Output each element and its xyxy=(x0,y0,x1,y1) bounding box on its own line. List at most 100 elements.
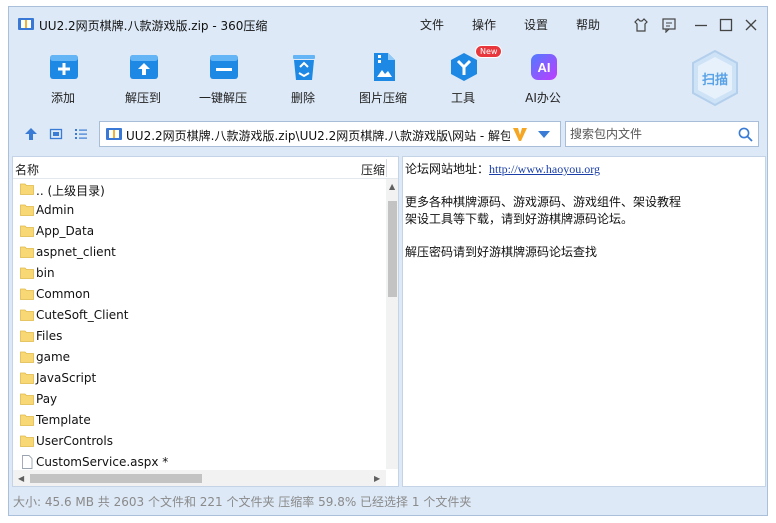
chevron-down-icon[interactable] xyxy=(538,131,550,139)
list-item[interactable]: CuteSoft_Client xyxy=(13,305,385,326)
list-item[interactable]: bin xyxy=(13,263,385,284)
menu-file[interactable]: 文件 xyxy=(420,16,444,33)
file-list: .. (上级目录) Admin App_Data aspnet_client bin Co… xyxy=(13,179,385,473)
extract-to-icon xyxy=(130,55,158,79)
thumbnail-view-icon[interactable] xyxy=(49,127,63,141)
folder-icon xyxy=(20,246,34,258)
folder-icon xyxy=(20,309,34,321)
address-bar: UU2.2网页棋牌.八款游戏版.zip\UU2.2网页棋牌.八款游戏版\网站 -… xyxy=(9,119,767,149)
file-name: Pay xyxy=(36,392,58,406)
folder-icon xyxy=(20,393,34,405)
extract-to-button[interactable]: 解压到 xyxy=(103,41,183,111)
app-window: UU2.2网页棋牌.八款游戏版.zip - 360压缩 文件 操作 设置 帮助 xyxy=(8,6,768,516)
scan-label: 扫描 xyxy=(701,73,728,88)
up-arrow-icon[interactable] xyxy=(24,127,38,141)
menu-help[interactable]: 帮助 xyxy=(576,16,600,33)
scroll-up-arrow[interactable]: ▲ xyxy=(389,182,395,191)
horizontal-scrollbar[interactable]: ◀ ▶ xyxy=(13,470,386,486)
menu-operation[interactable]: 操作 xyxy=(472,16,496,33)
new-badge: New xyxy=(475,45,503,58)
forum-label: 论坛网站地址： xyxy=(405,162,490,176)
folder-icon xyxy=(20,351,34,363)
image-compress-button[interactable]: 图片压缩 xyxy=(343,41,423,111)
forum-link[interactable]: http://www.haoyou.org xyxy=(489,162,600,176)
extract-to-label: 解压到 xyxy=(124,91,161,105)
one-click-extract-icon xyxy=(210,55,238,79)
list-item[interactable]: UserControls xyxy=(13,431,385,452)
list-view-icon[interactable] xyxy=(74,127,88,141)
list-item[interactable]: .. (上级目录) xyxy=(13,179,385,200)
archive-app-icon xyxy=(18,18,34,30)
close-icon[interactable] xyxy=(743,17,759,33)
file-name: Files xyxy=(36,329,63,343)
column-size[interactable]: 压缩前 xyxy=(361,161,385,178)
list-item[interactable]: Pay xyxy=(13,389,385,410)
image-compress-label: 图片压缩 xyxy=(358,91,407,105)
file-name: Template xyxy=(36,413,91,427)
ai-office-icon: AI xyxy=(531,54,557,80)
vip-check-icon xyxy=(513,128,527,141)
column-divider[interactable] xyxy=(386,159,387,177)
list-item[interactable]: Files xyxy=(13,326,385,347)
file-name: .. (上级目录) xyxy=(36,184,105,198)
list-item[interactable]: aspnet_client xyxy=(13,242,385,263)
column-name[interactable]: 名称 xyxy=(15,161,39,178)
file-name: CuteSoft_Client xyxy=(36,308,129,322)
tools-icon xyxy=(451,53,477,81)
horizontal-scroll-thumb[interactable] xyxy=(30,474,202,483)
archive-small-icon xyxy=(106,128,122,140)
add-button[interactable]: 添加 xyxy=(23,41,103,111)
one-click-extract-button[interactable]: 一键解压 xyxy=(183,41,263,111)
column-header: 名称 压缩前 xyxy=(13,157,398,179)
maximize-icon[interactable] xyxy=(718,17,734,33)
file-name: Common xyxy=(36,287,91,301)
folder-icon xyxy=(20,414,34,426)
vertical-scrollbar[interactable]: ▲ xyxy=(386,179,398,469)
delete-label: 删除 xyxy=(290,91,315,105)
add-label: 添加 xyxy=(50,91,75,105)
path-field[interactable]: UU2.2网页棋牌.八款游戏版.zip\UU2.2网页棋牌.八款游戏版\网站 -… xyxy=(99,121,561,147)
list-item[interactable]: game xyxy=(13,347,385,368)
ai-office-label: AI办公 xyxy=(525,91,561,105)
vertical-scroll-thumb[interactable] xyxy=(388,201,397,297)
file-name: UserControls xyxy=(36,434,113,448)
folder-icon xyxy=(20,330,34,342)
window-title: UU2.2网页棋牌.八款游戏版.zip - 360压缩 xyxy=(39,19,268,33)
search-box xyxy=(565,121,759,147)
feedback-icon[interactable] xyxy=(661,17,677,33)
list-item[interactable]: Admin xyxy=(13,200,385,221)
tools-button[interactable]: New 工具 xyxy=(423,41,503,111)
ai-glyph: AI xyxy=(538,60,551,75)
minimize-icon[interactable] xyxy=(693,17,709,33)
scan-button[interactable]: 扫描 xyxy=(689,49,741,107)
scroll-right-arrow[interactable]: ▶ xyxy=(374,474,380,483)
recycle-delete-icon xyxy=(293,55,315,80)
file-name: App_Data xyxy=(36,224,95,238)
file-icon xyxy=(22,455,33,469)
path-text: UU2.2网页棋牌.八款游戏版.zip\UU2.2网页棋牌.八款游戏版\网站 -… xyxy=(126,129,510,143)
folder-icon xyxy=(20,225,34,237)
file-name: JavaScript xyxy=(36,371,97,385)
search-input[interactable] xyxy=(570,125,730,143)
list-item[interactable]: Common xyxy=(13,284,385,305)
list-item[interactable]: JavaScript xyxy=(13,368,385,389)
scroll-left-arrow[interactable]: ◀ xyxy=(18,474,24,483)
folder-icon xyxy=(20,372,34,384)
folder-icon xyxy=(20,288,34,300)
title-bar: UU2.2网页棋牌.八款游戏版.zip - 360压缩 文件 操作 设置 帮助 xyxy=(9,7,767,37)
status-bar: 大小: 45.6 MB 共 2603 个文件和 221 个文件夹 压缩率 59.… xyxy=(13,495,472,509)
folder-icon xyxy=(20,435,34,447)
skin-icon[interactable] xyxy=(633,17,649,33)
image-compress-icon xyxy=(374,53,395,81)
delete-button[interactable]: 删除 xyxy=(263,41,343,111)
menu-settings[interactable]: 设置 xyxy=(524,16,548,33)
folder-icon xyxy=(20,204,34,216)
file-name: Admin xyxy=(36,203,75,217)
folder-icon xyxy=(20,183,34,195)
list-item[interactable]: Template xyxy=(13,410,385,431)
search-icon[interactable] xyxy=(738,127,753,142)
file-name: CustomService.aspx * xyxy=(36,455,169,469)
list-item[interactable]: App_Data xyxy=(13,221,385,242)
ai-office-button[interactable]: AI AI办公 xyxy=(503,41,583,111)
comment-preview-pane: 论坛网站地址：http://www.haoyou.org 更多各种棋牌源码、游戏… xyxy=(402,156,766,487)
